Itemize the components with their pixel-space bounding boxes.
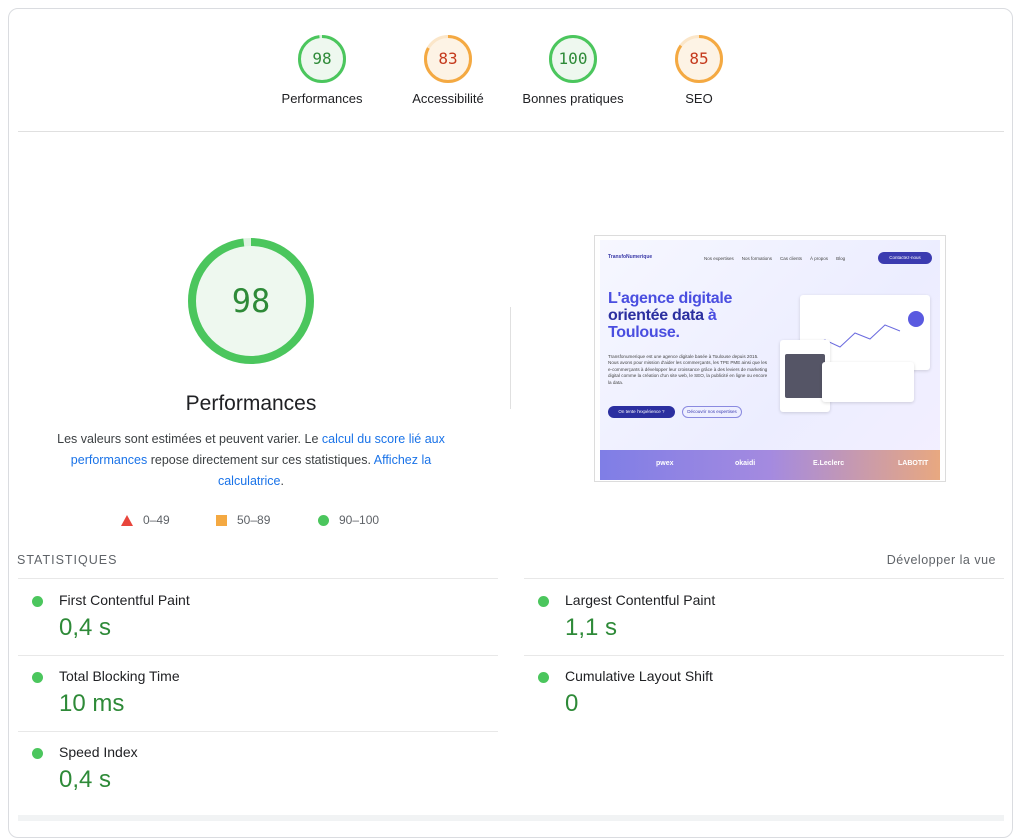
metric-divider [524, 578, 1004, 579]
pass-icon [32, 748, 43, 759]
legend-item-average: 50–89 [216, 513, 270, 527]
legend-range: 50–89 [237, 513, 271, 527]
gauge-label: Bonnes pratiques [522, 91, 624, 106]
bottom-scroll-bar [18, 815, 1004, 821]
expand-view-toggle[interactable]: Développer la vue [887, 553, 996, 567]
metric-name: Cumulative Layout Shift [565, 668, 713, 684]
square-icon [216, 514, 227, 526]
gauge-ring: 83 [424, 35, 472, 83]
vertical-divider [510, 307, 511, 409]
gauge-label: Accessibilité [412, 91, 484, 106]
thumb-headline-part: à [707, 307, 717, 324]
page-screenshot[interactable]: TransfoNumerique Nos expertises Nos form… [594, 235, 946, 482]
desc-text: repose directement sur ces statistiques. [147, 453, 374, 467]
main-gauge: 98 [188, 238, 314, 364]
gauge-accessibility[interactable]: 83 Accessibilité [388, 33, 508, 106]
thumb-headline-part: L'agence digitale [608, 290, 733, 307]
gauge-score: 98 [312, 49, 331, 68]
gauge-label: Performances [281, 91, 363, 106]
thumb-secondary-button: Découvrir nos expertises [682, 406, 742, 418]
pass-icon [32, 596, 43, 607]
gauge-label: SEO [685, 91, 713, 106]
thumb-nav-item: Blog [836, 256, 846, 261]
thumb-nav-item: Nos expertises [704, 256, 734, 261]
metric-value: 0,4 s [59, 766, 112, 793]
gauge-ring: 100 [549, 35, 597, 83]
gauge-score: 85 [689, 49, 708, 68]
thumb-paragraph: Transfonumerique est une agence digitale… [608, 354, 768, 385]
metric-value: 0,4 s [59, 614, 112, 641]
pass-icon [538, 672, 549, 683]
metric-name: Speed Index [59, 744, 138, 760]
triangle-icon [121, 514, 133, 526]
gauge-performances[interactable]: 98 Performances [262, 33, 382, 106]
thumb-headline-part: orientée data [608, 307, 704, 324]
thumb-nav: Nos expertises Nos formations Cas client… [704, 256, 845, 261]
gauge-seo[interactable]: 85 SEO [639, 33, 759, 106]
metric-divider [18, 655, 498, 656]
thumb-nav-item: Nos formations [741, 256, 773, 261]
legend-item-fail: 0–49 [121, 513, 170, 527]
thumb-logo: LABOTIT [898, 460, 929, 467]
desc-text: . [280, 474, 284, 488]
thumb-cta: Contactez-nous [878, 252, 932, 264]
metric-name: Largest Contentful Paint [565, 592, 716, 608]
gauge-score: 100 [559, 49, 588, 68]
metric-name: First Contentful Paint [59, 592, 190, 608]
thumb-logo: E.Leclerc [813, 460, 845, 467]
thumb-logo-strip: pwex okaidi E.Leclerc LABOTIT [600, 450, 940, 480]
legend-range: 90–100 [339, 513, 380, 527]
main-gauge-score: 98 [232, 282, 271, 320]
gauge-ring: 85 [675, 35, 723, 83]
screenshot-content: TransfoNumerique Nos expertises Nos form… [600, 240, 940, 480]
thumb-headline: L'agence digitale orientée data à Toulou… [608, 290, 732, 341]
pass-icon [32, 672, 43, 683]
gauge-score: 83 [438, 49, 457, 68]
legend-item-pass: 90–100 [318, 513, 379, 527]
metric-divider [524, 655, 1004, 656]
legend-range: 0–49 [143, 513, 170, 527]
circle-icon [318, 514, 329, 526]
thumb-headline-part: Toulouse. [608, 324, 680, 341]
thumb-brand: TransfoNumerique [608, 254, 653, 260]
thumb-nav-item: À propos [810, 256, 829, 261]
metric-value: 1,1 s [565, 614, 618, 641]
metric-value: 0 [565, 690, 579, 717]
gauge-ring: 98 [298, 35, 346, 83]
metric-divider [18, 578, 498, 579]
thumb-nav-item: Cas clients [780, 256, 803, 261]
stats-heading: STATISTIQUES [17, 553, 118, 567]
gauge-best-practices[interactable]: 100 Bonnes pratiques [513, 33, 633, 106]
score-description: Les valeurs sont estimées et peuvent var… [45, 429, 457, 492]
thumb-products-panel [822, 362, 914, 402]
header-divider [18, 131, 1004, 132]
thumb-logo: pwex [656, 460, 674, 467]
main-title: Performances [185, 392, 317, 415]
metric-name: Total Blocking Time [59, 668, 180, 684]
desc-text: Les valeurs sont estimées et peuvent var… [57, 432, 322, 446]
pass-icon [538, 596, 549, 607]
thumb-primary-button: On tente l'expérience ? [608, 406, 675, 418]
metric-value: 10 ms [59, 690, 125, 717]
thumb-logo: okaidi [735, 460, 756, 467]
metric-divider [18, 731, 498, 732]
